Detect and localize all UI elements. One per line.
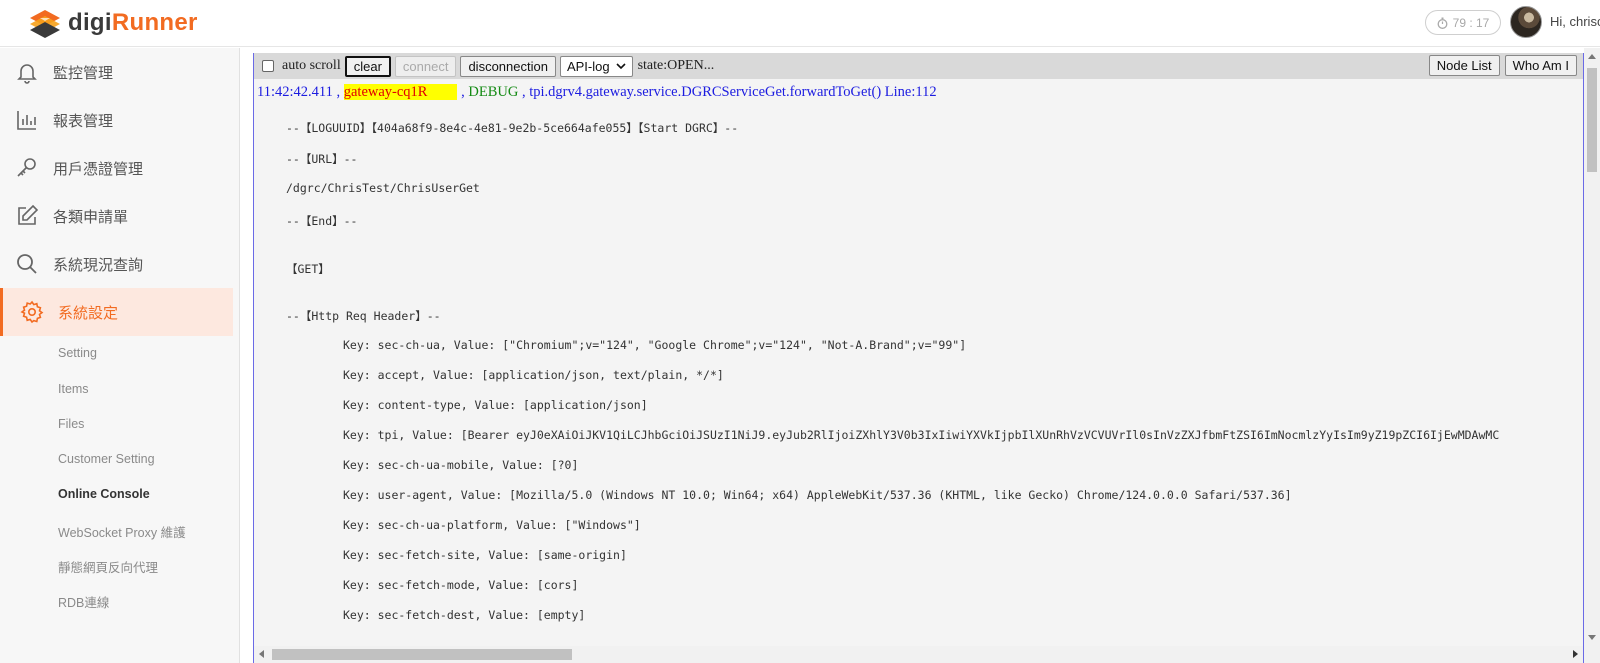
submenu-items[interactable]: Items	[58, 382, 89, 396]
console-toolbar: auto scroll clear connect disconnection …	[254, 53, 1583, 79]
logo-text: digiRunner	[68, 9, 198, 36]
connection-state: state:OPEN...	[637, 58, 715, 73]
disconnection-button[interactable]: disconnection	[460, 55, 556, 77]
log-separator: ,	[336, 84, 341, 100]
log-line: Key: content-type, Value: [application/j…	[343, 398, 648, 412]
sidebar-item-label: 各類申請單	[53, 208, 129, 226]
search-icon	[17, 254, 37, 274]
log-line: Key: sec-fetch-mode, Value: [cors]	[343, 578, 579, 592]
sidebar-item-reports[interactable]: 報表管理	[0, 96, 233, 144]
sidebar-item-label: 用戶憑證管理	[53, 160, 144, 178]
submenu-online-console[interactable]: Online Console	[58, 487, 150, 501]
log-line: 【GET】	[286, 262, 330, 276]
gear-icon	[20, 300, 44, 324]
sidebar-item-label: 系統設定	[58, 304, 119, 322]
logo-icon	[30, 10, 60, 38]
log-line: Key: sec-ch-ua, Value: ["Chromium";v="12…	[343, 338, 967, 352]
log-line: Key: tpi, Value: [Bearer eyJ0eXAiOiJKV1Q…	[343, 428, 1500, 442]
who-am-i-button[interactable]: Who Am I	[1504, 55, 1577, 76]
log-line: Key: sec-fetch-dest, Value: [empty]	[343, 608, 586, 622]
log-line: --【LOGUUID】【404a68f9-8e4c-4e81-9e2b-5ce6…	[286, 121, 739, 135]
sidebar: 監控管理 報表管理 用戶憑證管理 各類申請單 系統現況查詢 系統設定 Setti…	[0, 48, 240, 663]
key-icon	[17, 158, 36, 177]
submenu-setting[interactable]: Setting	[58, 346, 97, 360]
log-line: --【URL】--	[286, 152, 358, 166]
logo[interactable]: digiRunner	[28, 6, 198, 40]
submenu-customer-setting[interactable]: Customer Setting	[58, 452, 155, 466]
edit-icon	[18, 204, 39, 225]
top-bar: digiRunner 79 : 17 Hi, chrisc	[0, 0, 1600, 47]
timer-value: 79 : 17	[1452, 15, 1490, 30]
log-line: --【End】--	[286, 214, 358, 228]
log-line: Key: sec-ch-ua-platform, Value: ["Window…	[343, 518, 641, 532]
sidebar-item-applications[interactable]: 各類申請單	[0, 192, 233, 240]
log-line: Key: user-agent, Value: [Mozilla/5.0 (Wi…	[343, 488, 1292, 502]
scroll-left-icon[interactable]	[259, 650, 264, 658]
scroll-right-icon[interactable]	[1573, 650, 1578, 658]
sidebar-item-credentials[interactable]: 用戶憑證管理	[0, 144, 233, 192]
sidebar-item-label: 監控管理	[53, 64, 114, 82]
auto-scroll-checkbox[interactable]	[262, 60, 274, 72]
user-greeting[interactable]: Hi, chrisc	[1550, 14, 1600, 29]
clear-button[interactable]: clear	[344, 55, 391, 77]
log-line: /dgrc/ChrisTest/ChrisUserGet	[286, 181, 480, 195]
log-type-select[interactable]: API-log	[559, 55, 633, 77]
log-separator: ,	[461, 84, 465, 100]
chevron-down-icon	[616, 62, 626, 69]
bar-chart-icon	[17, 111, 36, 130]
scroll-up-icon[interactable]	[1588, 54, 1596, 59]
horizontal-scroll-thumb[interactable]	[272, 649, 572, 660]
log-node: gateway-cq1R	[343, 84, 458, 100]
toolbar-right: Node List Who Am I	[1428, 55, 1577, 76]
sidebar-item-label: 系統現況查詢	[53, 256, 144, 274]
horizontal-scrollbar[interactable]	[254, 646, 1583, 663]
log-line: Key: sec-fetch-site, Value: [same-origin…	[343, 548, 627, 562]
log-line: Key: sec-ch-ua-mobile, Value: [?0]	[343, 458, 579, 472]
connect-button[interactable]: connect	[394, 55, 457, 77]
bell-icon	[17, 64, 37, 84]
sidebar-item-label: 報表管理	[53, 112, 114, 130]
log-type-value: API-log	[566, 58, 610, 74]
log-line: Key: accept, Value: [application/json, t…	[343, 368, 724, 382]
node-list-button[interactable]: Node List	[1428, 55, 1500, 76]
stopwatch-icon	[1437, 17, 1448, 29]
sidebar-item-monitor[interactable]: 監控管理	[0, 48, 233, 96]
submenu-files[interactable]: Files	[58, 417, 84, 431]
scroll-down-icon[interactable]	[1588, 635, 1596, 640]
sidebar-item-system-settings[interactable]: 系統設定	[0, 288, 233, 336]
avatar[interactable]	[1510, 6, 1542, 38]
log-method: tpi.dgrv4.gateway.service.DGRCServiceGet…	[529, 84, 937, 100]
submenu-rdb-connection[interactable]: RDB連線	[58, 592, 109, 611]
log-line: --【Http Req Header】--	[286, 309, 441, 323]
log-separator: ,	[521, 84, 526, 100]
log-entry-header: 11:42:42.411 , gateway-cq1R , DEBUG , tp…	[257, 84, 937, 101]
submenu-static-web-proxy[interactable]: 靜態網頁反向代理	[58, 557, 158, 576]
log-time: 11:42:42.411	[257, 84, 333, 100]
sidebar-item-system-status[interactable]: 系統現況查詢	[0, 240, 233, 288]
log-level: DEBUG	[468, 84, 519, 100]
submenu-websocket-proxy[interactable]: WebSocket Proxy 維護	[58, 522, 186, 541]
vertical-scrollbar[interactable]	[1584, 48, 1600, 663]
vertical-scroll-thumb[interactable]	[1587, 68, 1597, 172]
online-console: auto scroll clear connect disconnection …	[253, 53, 1584, 663]
session-timer[interactable]: 79 : 17	[1425, 10, 1501, 35]
auto-scroll-label: auto scroll	[282, 58, 341, 73]
